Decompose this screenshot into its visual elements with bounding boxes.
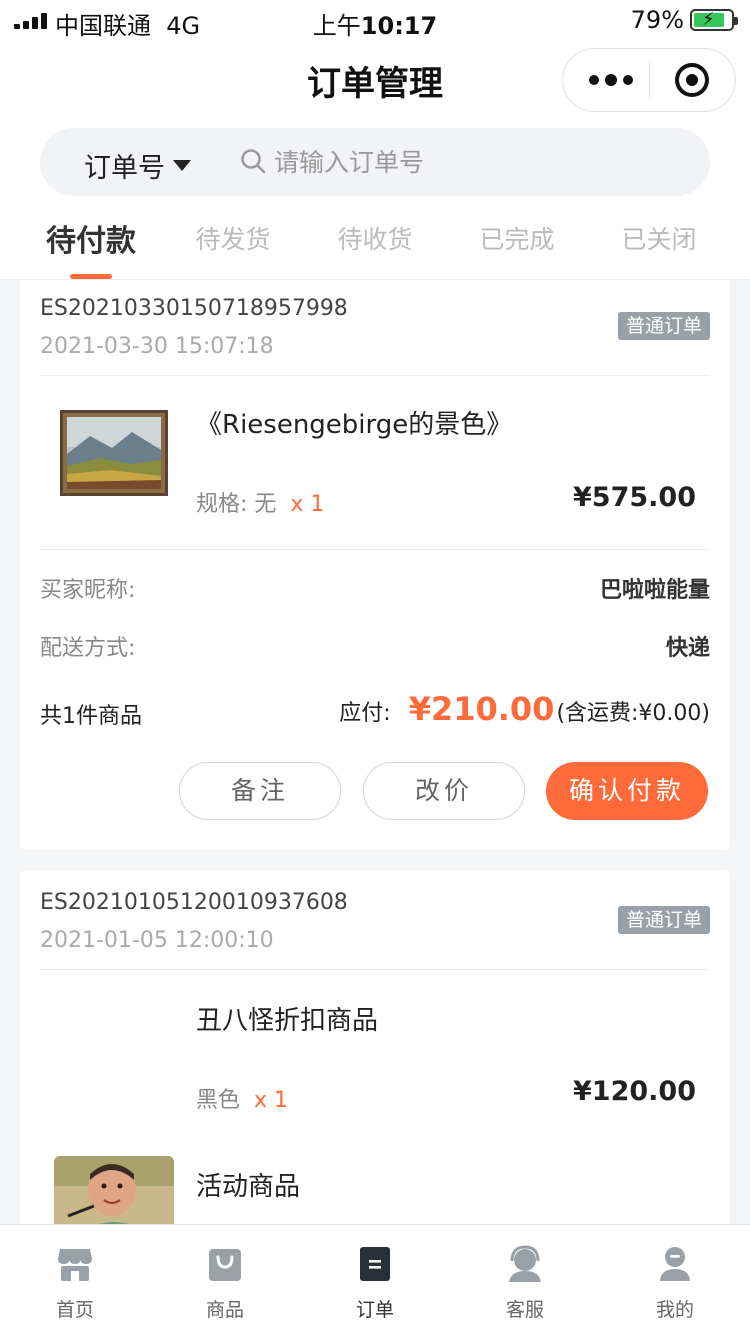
battery-percent: 79% [630,6,684,34]
order-number: ES20210330150718957998 [40,296,348,321]
tabbar-item-profile[interactable]: 我的 [600,1225,750,1334]
delivery-method: 快递 [665,636,710,661]
payable-amount: ¥210.00 [408,690,555,728]
product-name: 《Riesengebirge的景色》 [196,410,513,440]
search-input[interactable] [274,142,674,182]
order-type-badge: 普通订单 [617,312,710,340]
user-icon [660,1247,690,1281]
order-date: 2021-03-30 15:07:18 [40,334,274,359]
mini-program-capsule [562,48,736,112]
search-area: 订单号 待付款 待发货 待收货 已完成 已关闭 [0,126,750,280]
confirm-payment-button[interactable]: 确认付款 [546,762,708,820]
product-price: ¥575.00 [573,482,696,513]
product-image[interactable] [60,410,168,496]
landscape-painting-image [60,410,168,496]
delivery-label: 配送方式: [40,636,136,661]
search-icon [241,149,266,174]
tab-pending-payment[interactable]: 待付款 [16,216,166,260]
tabbar-item-home[interactable]: 首页 [0,1225,150,1334]
charging-bolt-icon: ⚡ [702,9,715,30]
order-date: 2021-01-05 12:00:10 [40,928,274,953]
shipping-fee-note: (含运费:¥0.00) [556,701,710,726]
search-type-dropdown[interactable]: 订单号 [84,146,191,185]
tabbar-item-products[interactable]: 商品 [150,1225,300,1334]
order-card[interactable]: ES20210105120010937608 2021-01-05 12:00:… [20,870,730,1224]
tab-completed[interactable]: 已完成 [442,220,592,256]
payable-summary: 应付: ¥210.00 (含运费:¥0.00) [339,690,710,728]
buyer-label: 买家昵称: [40,578,136,603]
item-count: 共1件商品 [40,704,142,729]
tab-pending-shipment[interactable]: 待发货 [158,220,308,256]
close-target-icon[interactable] [675,63,709,97]
product-name: 丑八怪折扣商品 [196,1006,379,1036]
product-spec: 规格: 无x 1 [196,492,325,517]
order-status-tabs: 待付款 待发货 待收货 已完成 已关闭 [0,214,750,280]
cartoon-man-image [54,1156,174,1224]
caret-down-icon [173,160,191,171]
search-type-label: 订单号 [84,153,165,184]
remark-button[interactable]: 备注 [179,762,341,820]
store-icon [58,1249,92,1281]
product-quantity: x 1 [254,1088,289,1113]
product-image[interactable] [54,1156,174,1224]
search-box: 订单号 [40,128,710,196]
order-card[interactable]: ES20210330150718957998 2021-03-30 15:07:… [20,280,730,850]
change-price-button[interactable]: 改价 [363,762,525,820]
product-quantity: x 1 [290,492,325,517]
product-name: 活动商品 [196,1172,301,1202]
bag-icon [209,1249,241,1281]
tabbar-item-orders[interactable]: 订单 [300,1225,450,1334]
product-price: ¥120.00 [573,1076,696,1107]
tabbar-item-service[interactable]: 客服 [450,1225,600,1334]
headset-icon [509,1245,541,1282]
product-spec: 黑色 x 1 [196,1088,289,1113]
tab-closed[interactable]: 已关闭 [584,220,734,256]
nav-bar: 订单管理 [0,40,750,126]
order-icon [360,1247,390,1281]
order-number: ES20210105120010937608 [40,890,348,915]
more-icon[interactable] [589,74,633,86]
bottom-tab-bar: 首页 商品 订单 客服 我的 [0,1224,750,1334]
status-bar: 中国联通 4G 上午10:17 79% ⚡ [0,0,750,40]
order-type-badge: 普通订单 [617,906,710,934]
payable-label: 应付: [339,701,391,726]
tab-pending-receipt[interactable]: 待收货 [300,220,450,256]
battery-icon: ⚡ [690,9,738,31]
buyer-nickname: 巴啦啦能量 [599,578,710,603]
